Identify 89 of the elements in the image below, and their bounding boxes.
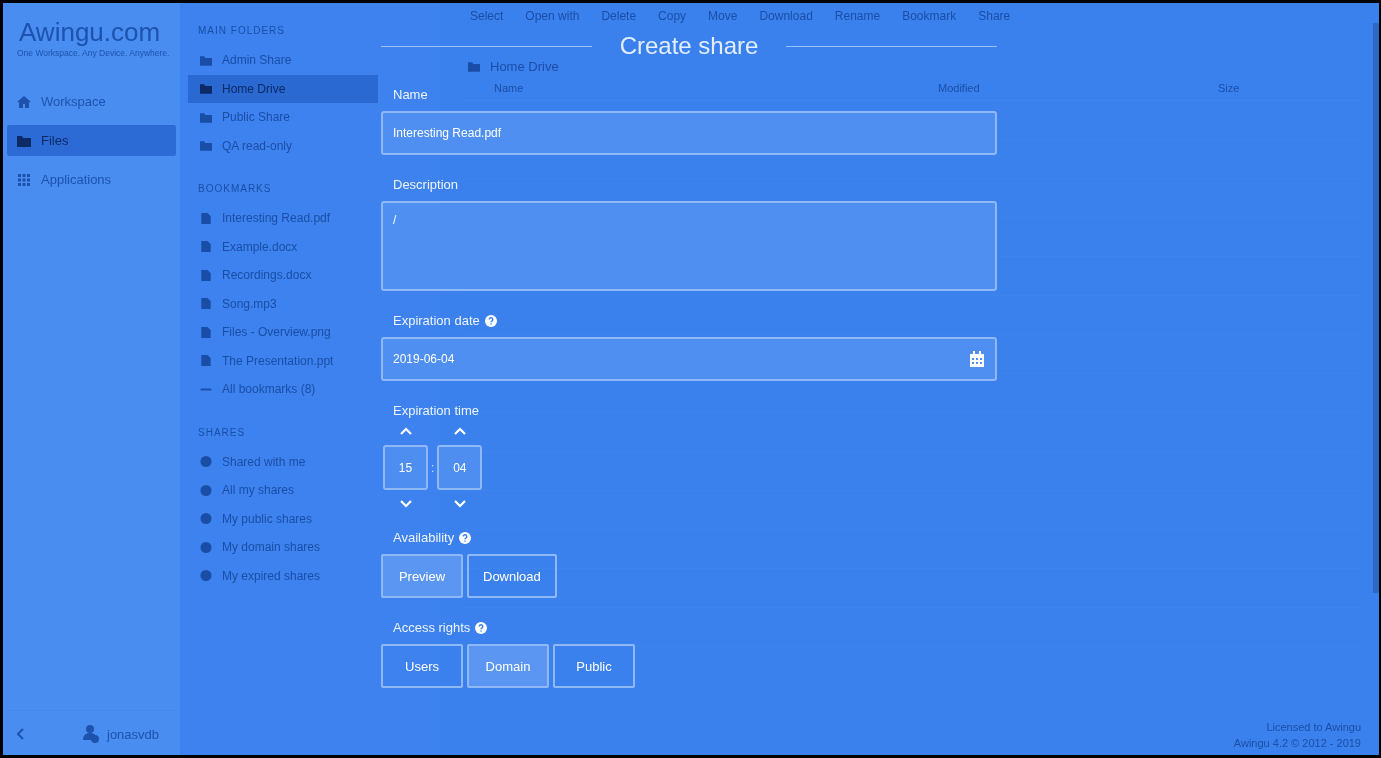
hour-field[interactable]: 15 bbox=[383, 445, 428, 490]
folder-item[interactable]: Recordings.docx bbox=[188, 261, 378, 290]
scrollbar[interactable] bbox=[1373, 23, 1379, 593]
time-separator: : bbox=[431, 460, 435, 475]
folder-icon bbox=[200, 54, 212, 66]
option-button[interactable]: Public bbox=[553, 644, 635, 688]
chevron-up-icon[interactable] bbox=[399, 427, 412, 435]
folder-item[interactable]: Public Share bbox=[188, 103, 378, 132]
option-button[interactable]: Preview bbox=[381, 554, 463, 598]
column-header[interactable]: Name bbox=[464, 82, 938, 94]
option-button[interactable]: Domain bbox=[467, 644, 549, 688]
folder-icon bbox=[200, 140, 212, 152]
document-icon bbox=[200, 212, 212, 224]
folder-item[interactable]: Interesting Read.pdf bbox=[188, 204, 378, 233]
nav-item[interactable]: Applications bbox=[7, 164, 176, 196]
chevron-left-icon bbox=[17, 728, 25, 740]
folder-item[interactable]: Admin Share bbox=[188, 46, 378, 75]
folder-item[interactable]: The Presentation.ppt bbox=[188, 346, 378, 375]
name-field[interactable]: Interesting Read.pdf bbox=[381, 111, 997, 155]
document-icon bbox=[200, 326, 212, 338]
minute-field[interactable]: 04 bbox=[437, 445, 483, 490]
circle-icon bbox=[200, 513, 212, 525]
dialog-title: Create share bbox=[619, 32, 759, 60]
field-label: Expiration time bbox=[393, 403, 479, 418]
folder-item[interactable]: Song.mp3 bbox=[188, 289, 378, 318]
folder-item[interactable]: My public shares bbox=[188, 504, 378, 533]
document-icon bbox=[200, 355, 212, 367]
chevron-down-icon[interactable] bbox=[453, 500, 466, 508]
help-icon[interactable] bbox=[459, 531, 472, 544]
toolbar-button[interactable]: Move bbox=[708, 9, 738, 23]
chevron-up-icon[interactable] bbox=[453, 427, 466, 435]
section-heading: BOOKMARKS bbox=[198, 183, 272, 194]
chevron-down-icon[interactable] bbox=[399, 500, 412, 508]
toolbar-button[interactable]: Delete bbox=[601, 9, 637, 23]
folder-item[interactable]: All my shares bbox=[188, 476, 378, 505]
footer-text: Licensed to Awingu bbox=[1266, 721, 1361, 733]
user-icon bbox=[83, 725, 99, 743]
document-icon bbox=[200, 241, 212, 253]
toolbar-button[interactable]: Copy bbox=[658, 9, 687, 23]
folder-icon bbox=[200, 111, 212, 123]
nav-item[interactable]: Files bbox=[7, 125, 176, 157]
folder-item[interactable]: Home Drive bbox=[188, 74, 378, 103]
option-button[interactable]: Download bbox=[467, 554, 557, 598]
circle-icon bbox=[200, 456, 212, 468]
folder-item[interactable]: Example.docx bbox=[188, 232, 378, 261]
document-icon bbox=[200, 298, 212, 310]
section-heading: SHARES bbox=[198, 426, 246, 438]
folder-icon bbox=[200, 83, 212, 95]
folder-item[interactable]: Files - Overview.png bbox=[188, 318, 378, 347]
field-label: Access rights bbox=[393, 620, 471, 635]
grid-icon bbox=[17, 173, 31, 186]
folder-item[interactable]: All bookmarks (8) bbox=[188, 375, 378, 404]
field-label: Expiration date bbox=[393, 313, 480, 328]
logo: Awingu.com bbox=[18, 17, 162, 49]
user-name: jonasvdb bbox=[107, 726, 160, 742]
calendar-icon[interactable] bbox=[969, 351, 985, 367]
help-icon[interactable] bbox=[475, 621, 488, 634]
folder-icon bbox=[17, 134, 31, 147]
breadcrumb[interactable]: Home Drive bbox=[490, 59, 559, 74]
option-button[interactable]: Users bbox=[381, 644, 463, 688]
circle-icon bbox=[200, 541, 212, 553]
circle-icon bbox=[200, 484, 212, 496]
toolbar-button[interactable]: Download bbox=[759, 9, 813, 23]
collapse-button[interactable] bbox=[17, 728, 25, 740]
toolbar-button[interactable]: Select bbox=[470, 9, 504, 23]
column-header[interactable]: Size bbox=[1218, 82, 1240, 94]
help-icon[interactable] bbox=[484, 314, 497, 327]
section-heading: MAIN FOLDERS bbox=[198, 25, 285, 36]
footer-text: Awingu 4.2 © 2012 - 2019 bbox=[1233, 737, 1361, 749]
folder-item[interactable]: My expired shares bbox=[188, 561, 378, 590]
toolbar-button[interactable]: Open with bbox=[525, 9, 580, 23]
circle-icon bbox=[200, 570, 212, 582]
date-field[interactable]: 2019-06-04 bbox=[381, 337, 997, 381]
tagline: One Workspace. Any Device. Anywhere. bbox=[16, 48, 171, 59]
folder-item[interactable]: My domain shares bbox=[188, 533, 378, 562]
nav-item[interactable]: Workspace bbox=[7, 86, 176, 118]
field-label: Description bbox=[393, 177, 459, 192]
toolbar-button[interactable]: Share bbox=[978, 9, 1011, 23]
folder-item[interactable]: Shared with me bbox=[188, 447, 378, 476]
document-icon bbox=[200, 269, 212, 281]
folder-icon bbox=[468, 61, 480, 72]
toolbar-button[interactable]: Bookmark bbox=[902, 9, 957, 23]
toolbar-button[interactable]: Rename bbox=[834, 9, 881, 23]
folder-item[interactable]: QA read-only bbox=[188, 131, 378, 160]
column-header[interactable]: Modified bbox=[938, 82, 1218, 94]
field-label: Name bbox=[393, 87, 428, 102]
field-label: Availability bbox=[393, 530, 455, 545]
description-field[interactable]: / bbox=[381, 201, 997, 291]
house-icon bbox=[17, 95, 31, 108]
